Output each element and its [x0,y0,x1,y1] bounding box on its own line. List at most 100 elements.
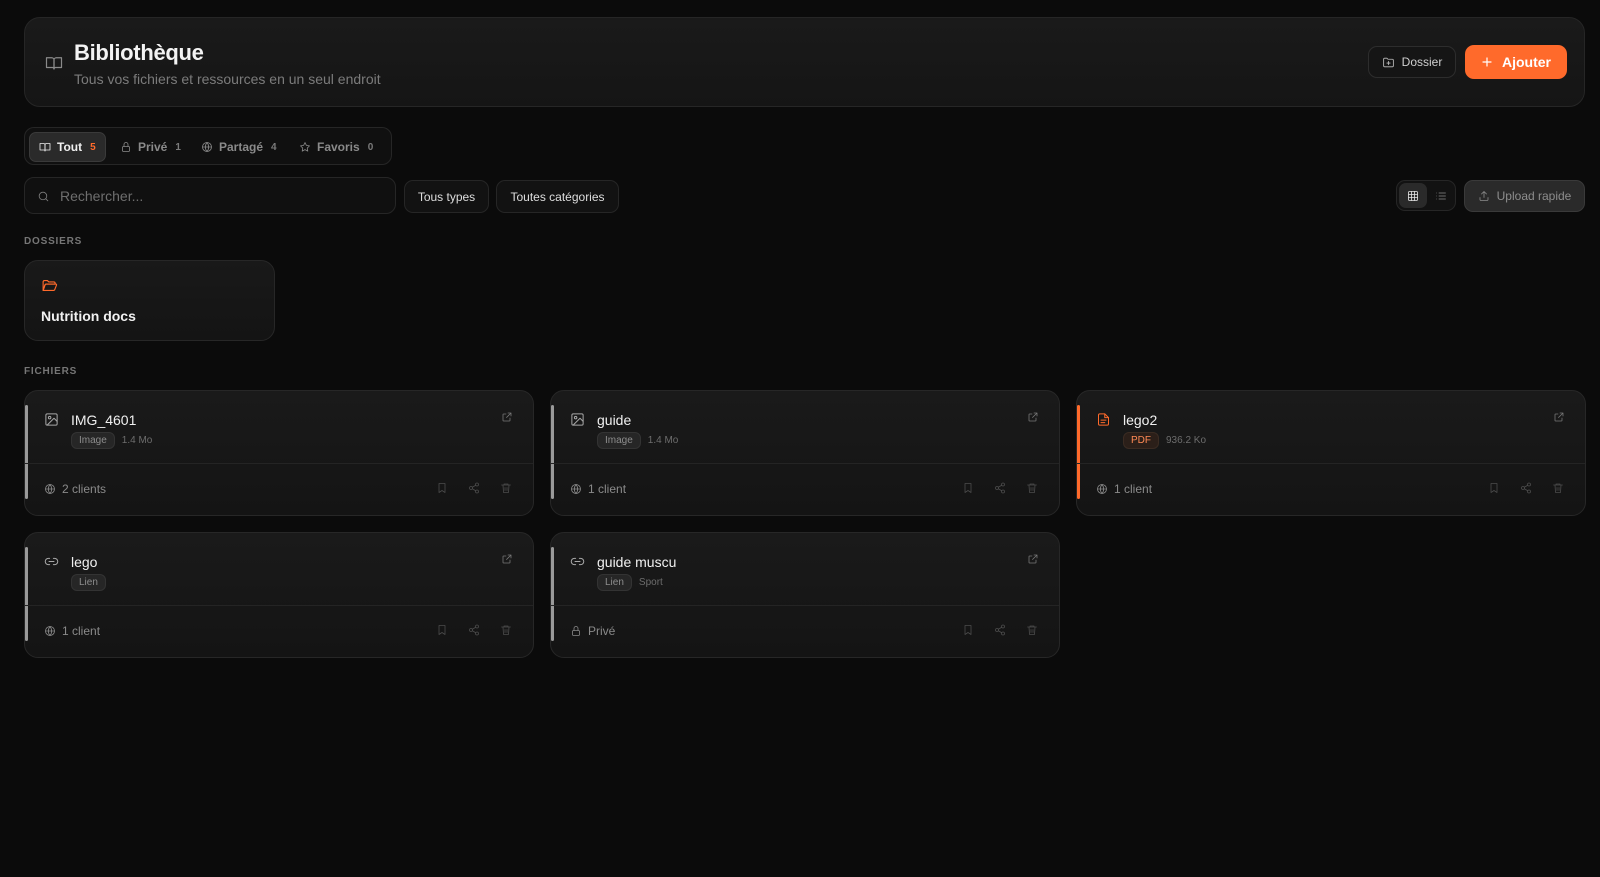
share-icon[interactable] [994,624,1006,636]
quick-upload-button[interactable]: Upload rapide [1464,180,1585,212]
filter-tabs: Tout 5 Privé 1 Partagé 4 Favoris 0 [24,127,392,165]
grid-icon [1407,190,1419,202]
file-name: lego [71,554,98,570]
category-select[interactable]: Toutes catégories [496,180,619,213]
trash-icon[interactable] [500,624,512,636]
file-type-badge: Lien [71,574,106,591]
upload-label: Upload rapide [1496,189,1572,203]
image-icon [44,412,59,427]
list-view-button[interactable] [1427,183,1455,208]
bookmark-icon[interactable] [436,624,448,636]
star-icon [299,141,311,153]
file-card[interactable]: IMG_4601 Image 1.4 Mo 2 clients [24,390,534,516]
share-icon[interactable] [468,624,480,636]
sharing-status: 1 client [570,482,626,496]
tab-label: Partagé [219,140,264,154]
list-icon [1435,190,1447,202]
book-icon [45,54,63,72]
card-divider [551,605,1059,606]
card-divider [551,463,1059,464]
tab-label: Tout [57,140,83,154]
globe-icon [201,141,213,153]
file-meta: Lien [71,574,106,591]
bookmark-icon[interactable] [1488,482,1500,494]
folder-card[interactable]: Nutrition docs [24,260,275,341]
type-select[interactable]: Tous types [404,180,489,213]
file-name: lego2 [1123,412,1158,428]
tab-tout[interactable]: Tout 5 [29,132,106,162]
globe-icon [1096,483,1108,495]
card-divider [25,605,533,606]
file-card[interactable]: guide muscu Lien Sport Privé [550,532,1060,658]
files-section-label: FICHIERS [24,366,78,377]
share-icon[interactable] [994,482,1006,494]
sharing-status: 2 clients [44,482,106,496]
tab-count: 0 [367,141,374,153]
card-actions [436,624,512,636]
add-button[interactable]: Ajouter [1465,45,1567,79]
card-accent [25,547,28,641]
sharing-status: 1 client [44,624,100,638]
tab-prive[interactable]: Privé 1 [111,132,190,162]
page-subtitle: Tous vos fichiers et ressources en un se… [74,71,381,87]
file-card[interactable]: lego Lien 1 client [24,532,534,658]
lock-icon [120,141,132,153]
trash-icon[interactable] [1552,482,1564,494]
search-input[interactable] [60,178,390,213]
pdf-file-icon [1096,412,1111,427]
trash-icon[interactable] [1026,624,1038,636]
book-icon [39,141,51,153]
bookmark-icon[interactable] [962,482,974,494]
share-icon[interactable] [468,482,480,494]
lock-icon [570,625,582,637]
card-actions [436,482,512,494]
share-icon[interactable] [1520,482,1532,494]
tab-count: 1 [175,141,181,153]
card-actions [962,482,1038,494]
trash-icon[interactable] [1026,482,1038,494]
file-type-badge: Image [71,432,115,449]
card-accent [25,405,28,499]
page-header: Bibliothèque Tous vos fichiers et ressou… [24,17,1585,107]
globe-icon [44,625,56,637]
folder-open-icon [41,277,58,294]
file-card[interactable]: guide Image 1.4 Mo 1 client [550,390,1060,516]
image-icon [570,412,585,427]
card-actions [1488,482,1564,494]
tab-favoris[interactable]: Favoris 0 [290,132,382,162]
search-icon [37,190,50,203]
new-folder-button[interactable]: Dossier [1368,46,1456,78]
trash-icon[interactable] [500,482,512,494]
file-meta: Lien Sport [597,574,663,591]
file-meta: Image 1.4 Mo [597,432,678,449]
link-icon [570,554,585,569]
external-link-icon[interactable] [501,411,513,423]
sharing-label: 1 client [62,624,101,638]
file-name: IMG_4601 [71,412,137,428]
external-link-icon[interactable] [1027,411,1039,423]
view-toggle [1396,180,1456,211]
card-actions [962,624,1038,636]
bookmark-icon[interactable] [436,482,448,494]
add-label: Ajouter [1502,54,1551,70]
tab-count: 4 [271,141,277,153]
external-link-icon[interactable] [1027,553,1039,565]
sharing-status: 1 client [1096,482,1152,496]
card-accent [551,405,554,499]
external-link-icon[interactable] [1553,411,1565,423]
external-link-icon[interactable] [501,553,513,565]
grid-view-button[interactable] [1399,183,1427,208]
link-icon [44,554,59,569]
folders-section-label: DOSSIERS [24,236,83,247]
bookmark-icon[interactable] [962,624,974,636]
file-name: guide [597,412,632,428]
plus-icon [1481,56,1493,68]
folder-plus-icon [1382,56,1395,69]
file-type-badge: Image [597,432,641,449]
card-divider [25,463,533,464]
page-title: Bibliothèque [74,40,204,65]
tab-partage[interactable]: Partagé 4 [192,132,286,162]
file-type-badge: PDF [1123,432,1159,449]
tab-count: 5 [90,141,96,153]
file-card[interactable]: lego2 PDF 936.2 Ko 1 client [1076,390,1586,516]
